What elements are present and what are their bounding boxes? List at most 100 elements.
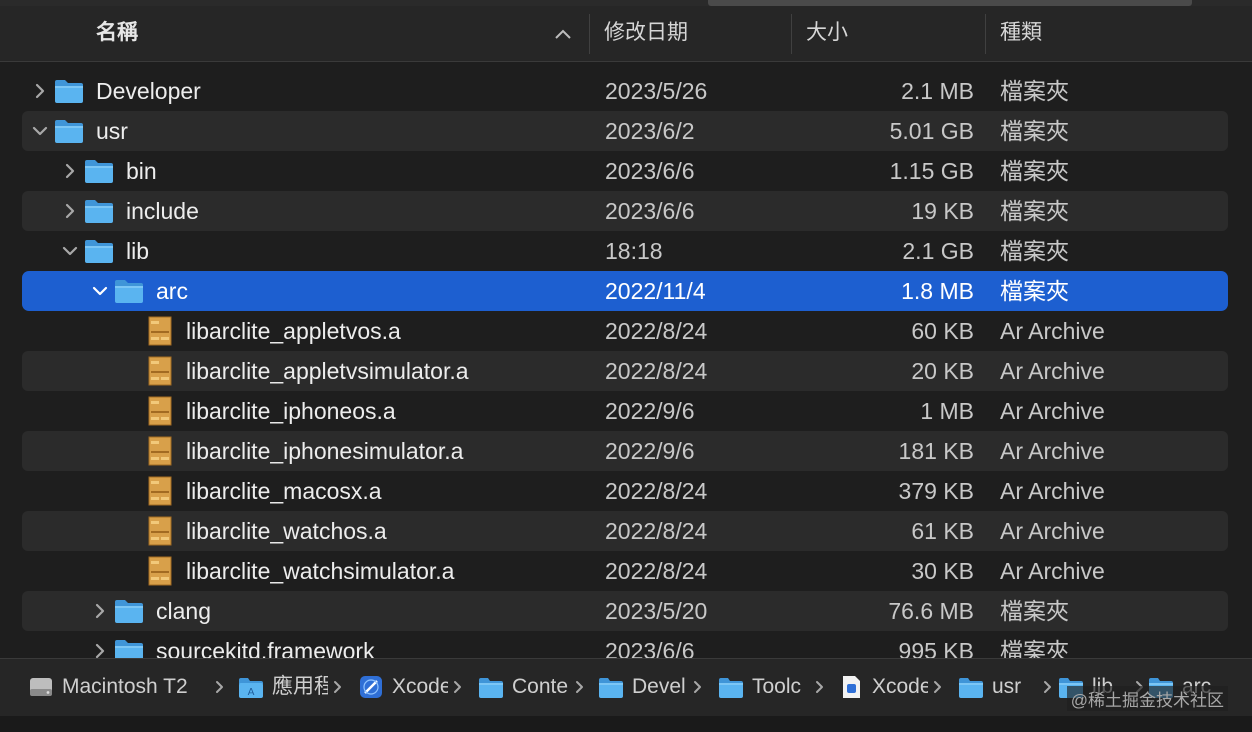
table-row[interactable]: libarclite_watchsimulator.a 2022/8/24 30 K… [22,551,1228,591]
file-kind: Ar Archive [1000,478,1105,504]
file-kind: 檔案夾 [1000,78,1069,104]
path-separator-icon [934,681,941,693]
path-separator-icon [334,681,341,693]
folder-icon [85,200,113,223]
column-kind-header[interactable]: 種類 [1000,6,1042,61]
path-item-label: usr [992,675,1022,698]
folder-icon [115,600,143,623]
file-name: include [126,198,199,224]
archive-icon [148,316,172,346]
table-row[interactable]: libarclite_watchos.a 2022/8/24 61 KB Ar Arc… [22,511,1228,551]
path-separator-icon [694,681,701,693]
table-row[interactable]: libarclite_appletvsimulator.a 2022/8/24 20… [22,351,1228,391]
path-item-label: Xcode [392,675,448,698]
table-row[interactable]: Developer 2023/5/26 2.1 MB 檔案夾 [22,71,1228,111]
chevron-down-icon[interactable] [30,121,50,141]
chevron-down-icon[interactable] [90,281,110,301]
document-icon [843,676,860,698]
column-divider[interactable] [985,14,986,54]
chevron-right-icon[interactable] [60,161,80,181]
file-date: 2023/6/6 [605,198,695,224]
file-size: 379 KB [898,478,974,504]
folder-icon [85,160,113,183]
table-row[interactable]: clang 2023/5/20 76.6 MB 檔案夾 [22,591,1228,631]
path-item[interactable]: A 應用程 [238,659,328,715]
column-divider[interactable] [589,14,590,54]
folder-icon [85,240,113,263]
file-name: usr [96,118,128,144]
file-date: 2022/8/24 [605,358,708,384]
chevron-right-icon[interactable] [90,601,110,621]
file-kind: Ar Archive [1000,518,1105,544]
table-row[interactable]: sourcekitd.framework 2023/6/6 995 KB 檔案夾 [22,631,1228,658]
folder-icon [599,678,623,698]
chevron-right-icon[interactable] [30,81,50,101]
path-separator-icon [454,681,461,693]
table-row[interactable]: include 2023/6/6 19 KB 檔案夾 [22,191,1228,231]
table-row[interactable]: libarclite_macosx.a 2022/8/24 379 KB Ar Arc… [22,471,1228,511]
file-size: 5.01 GB [889,118,974,144]
path-item[interactable]: Toolc [718,659,810,715]
archive-icon [148,396,172,426]
path-bar: Macintosh T2 A 應用程 Xcode Conte Devel Toolc Xcod… [0,658,1252,717]
file-date: 2023/6/6 [605,158,695,184]
path-item[interactable]: Devel [598,659,688,715]
applications-folder-icon: A [239,678,263,698]
chevron-right-icon[interactable] [60,201,80,221]
file-name: libarclite_appletvos.a [186,318,401,344]
column-name-header[interactable]: 名稱 [96,6,138,61]
file-size: 1.8 MB [901,278,974,304]
file-name: libarclite_watchos.a [186,518,387,544]
file-name: arc [156,278,188,304]
folder-icon [959,678,983,698]
file-date: 2022/11/4 [605,278,706,304]
hard-drive-icon [30,678,52,696]
file-kind: Ar Archive [1000,318,1105,344]
path-item[interactable]: Xcode [838,659,928,715]
file-name: libarclite_iphoneos.a [186,398,396,424]
column-size-header[interactable]: 大小 [806,6,848,61]
table-row[interactable]: bin 2023/6/6 1.15 GB 檔案夾 [22,151,1228,191]
path-item[interactable]: usr [958,659,1038,715]
path-separator-icon [816,681,823,693]
file-size: 30 KB [911,558,974,584]
file-kind: 檔案夾 [1000,118,1069,144]
file-kind: Ar Archive [1000,358,1105,384]
table-row[interactable]: usr 2023/6/2 5.01 GB 檔案夾 [22,111,1228,151]
path-item-label: Conte [512,675,569,698]
chevron-down-icon[interactable] [60,241,80,261]
column-divider[interactable] [791,14,792,54]
path-item[interactable]: Conte [478,659,570,715]
table-row-selected[interactable]: arc 2022/11/4 1.8 MB 檔案夾 [22,271,1228,311]
file-kind: Ar Archive [1000,438,1105,464]
file-date: 2022/8/24 [605,318,708,344]
file-size: 60 KB [911,318,974,344]
path-item[interactable]: Macintosh T2 [28,659,210,715]
sort-ascending-icon[interactable] [552,24,574,44]
table-row[interactable]: lib 18:18 2.1 GB 檔案夾 [22,231,1228,271]
folder-icon [115,640,143,658]
file-size: 20 KB [911,358,974,384]
path-item[interactable]: Xcode [358,659,448,715]
table-row[interactable]: libarclite_iphoneos.a 2022/9/6 1 MB Ar Arch… [22,391,1228,431]
chevron-right-icon[interactable] [90,641,110,658]
archive-icon [148,556,172,586]
file-size: 76.6 MB [888,598,974,624]
folder-icon [115,280,143,303]
svg-text:A: A [248,687,255,698]
file-kind: Ar Archive [1000,398,1105,424]
path-item-label: Toolc [752,675,802,698]
table-row[interactable]: libarclite_iphonesimulator.a 2022/9/6 181 … [22,431,1228,471]
path-separator-icon [1044,681,1051,693]
file-name: bin [126,158,157,184]
table-row[interactable]: libarclite_appletvos.a 2022/8/24 60 KB Ar A… [22,311,1228,351]
file-size: 995 KB [898,638,974,658]
file-name: sourcekitd.framework [156,638,375,658]
file-name: clang [156,598,211,624]
file-kind: 檔案夾 [1000,158,1069,184]
path-item-label: Macintosh T2 [62,675,188,698]
file-date: 2022/9/6 [605,438,695,464]
file-kind: 檔案夾 [1000,238,1069,264]
file-size: 2.1 GB [902,238,974,264]
column-date-header[interactable]: 修改日期 [604,6,688,61]
